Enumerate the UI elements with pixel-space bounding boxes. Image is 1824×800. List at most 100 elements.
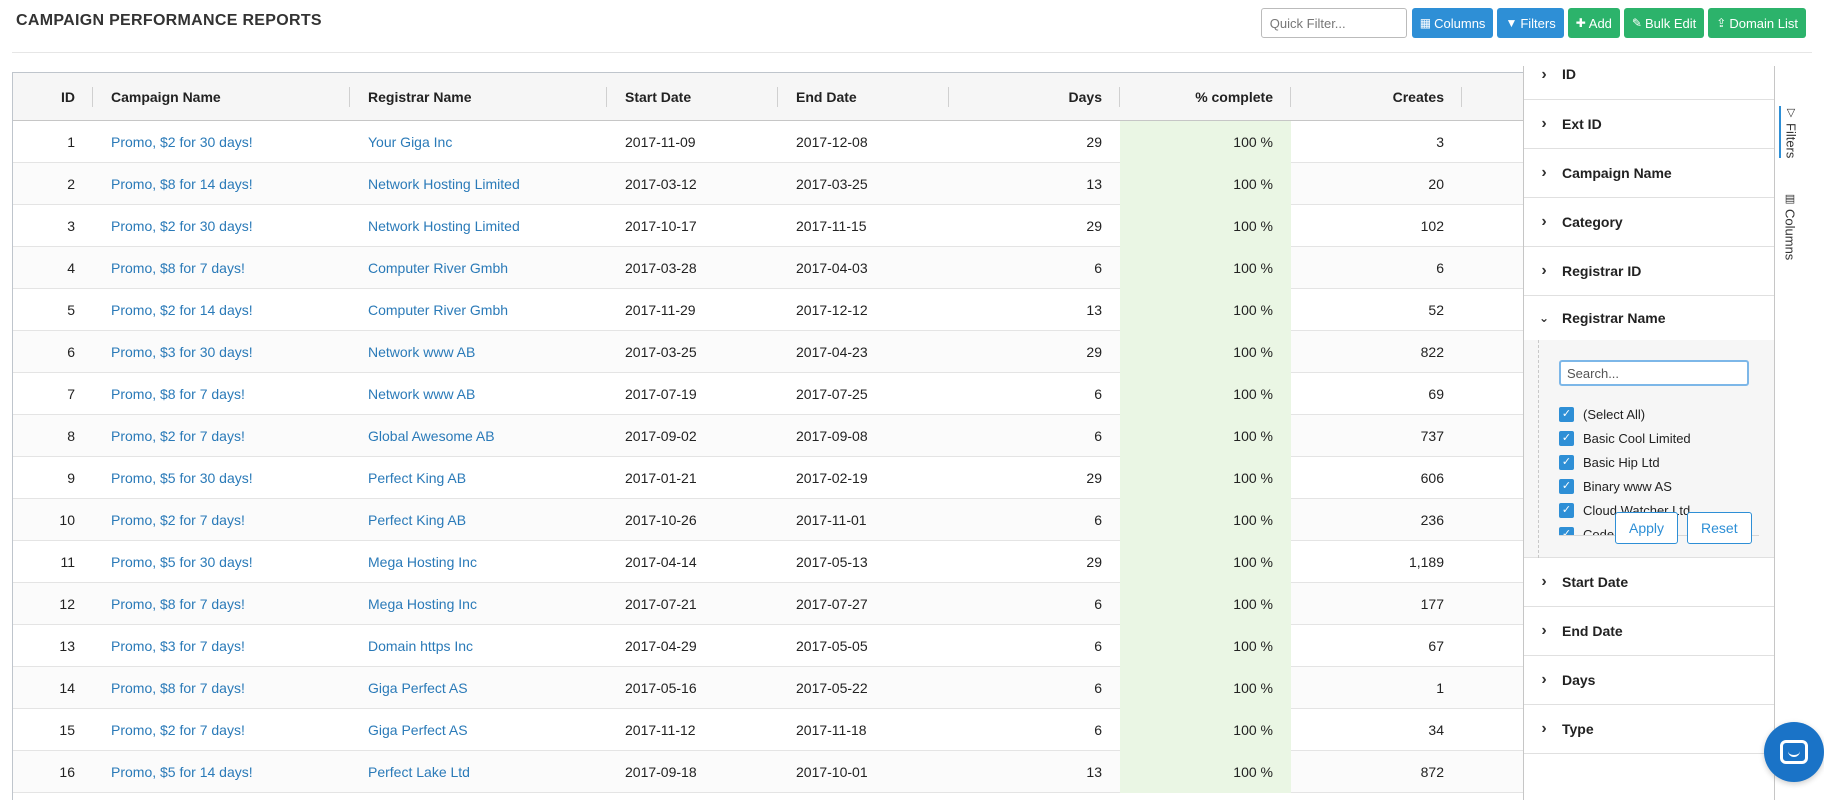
table-row[interactable]: 1 Promo, $2 for 30 days! Your Giga Inc 2017…: [13, 121, 1523, 163]
apply-button[interactable]: Apply: [1615, 512, 1679, 544]
cell-id: 11: [60, 554, 75, 570]
filter-group-id[interactable]: › ID: [1524, 66, 1774, 100]
column-header-end-date[interactable]: End Date: [778, 73, 949, 121]
reset-button[interactable]: Reset: [1687, 512, 1752, 544]
grid-body: 1 Promo, $2 for 30 days! Your Giga Inc 2017…: [13, 121, 1523, 793]
cell-campaign-name[interactable]: Promo, $2 for 30 days!: [93, 205, 350, 247]
column-header-percent-complete[interactable]: % complete: [1120, 73, 1291, 121]
set-filter-option[interactable]: ✓ (Select All): [1559, 402, 1759, 426]
column-header-creates[interactable]: Creates: [1291, 73, 1462, 121]
cell-campaign-name[interactable]: Promo, $8 for 7 days!: [93, 667, 350, 709]
table-row[interactable]: 15 Promo, $2 for 7 days! Giga Perfect AS 20…: [13, 709, 1523, 751]
table-row[interactable]: 2 Promo, $8 for 14 days! Network Hosting L…: [13, 163, 1523, 205]
tab-filters[interactable]: ▽ Filters: [1779, 106, 1801, 159]
cell-registrar-name[interactable]: Perfect King AB: [350, 457, 607, 499]
grid-header: ID Campaign Name Registrar Name Start Da…: [13, 73, 1523, 121]
cell-registrar-name[interactable]: Computer River Gmbh: [350, 247, 607, 289]
columns-button[interactable]: ▦ Columns: [1411, 8, 1494, 38]
cell-campaign-name[interactable]: Promo, $5 for 30 days!: [93, 541, 350, 583]
cell-end-date: 2017-05-13: [796, 554, 868, 570]
cell-campaign-name[interactable]: Promo, $2 for 7 days!: [93, 415, 350, 457]
cell-days: 29: [1086, 554, 1102, 570]
filter-group-type[interactable]: › Type: [1524, 705, 1774, 754]
table-row[interactable]: 7 Promo, $8 for 7 days! Network www AB 2017…: [13, 373, 1523, 415]
set-filter-option[interactable]: ✓ Binary www AS: [1559, 474, 1759, 498]
cell-registrar-name[interactable]: Your Giga Inc: [350, 121, 607, 163]
cell-days: 6: [1094, 722, 1102, 738]
set-filter-search-input[interactable]: [1559, 360, 1749, 386]
filter-group-campaign-name[interactable]: › Campaign Name: [1524, 149, 1774, 198]
cell-end-date: 2017-02-19: [796, 470, 868, 486]
cell-percent-complete: 100 %: [1120, 457, 1291, 499]
quick-filter-input[interactable]: [1260, 8, 1407, 38]
checkbox-checked-icon[interactable]: ✓: [1559, 478, 1574, 494]
table-row[interactable]: 4 Promo, $8 for 7 days! Computer River Gmb…: [13, 247, 1523, 289]
column-header-registrar-name[interactable]: Registrar Name: [350, 73, 607, 121]
cell-end-date: 2017-10-01: [796, 764, 868, 780]
filter-group-category[interactable]: › Category: [1524, 198, 1774, 247]
cell-campaign-name[interactable]: Promo, $5 for 30 days!: [93, 457, 350, 499]
column-header-days[interactable]: Days: [949, 73, 1120, 121]
cell-campaign-name[interactable]: Promo, $2 for 7 days!: [93, 709, 350, 751]
cell-registrar-name[interactable]: Giga Perfect AS: [350, 667, 607, 709]
table-row[interactable]: 10 Promo, $2 for 7 days! Perfect King AB 20…: [13, 499, 1523, 541]
filters-button[interactable]: ▼ Filters: [1497, 8, 1564, 38]
cell-registrar-name[interactable]: Mega Hosting Inc: [350, 583, 607, 625]
cell-registrar-name[interactable]: Giga Perfect AS: [350, 709, 607, 751]
cell-campaign-name[interactable]: Promo, $8 for 14 days!: [93, 163, 350, 205]
set-filter-option[interactable]: ✓ Basic Cool Limited: [1559, 426, 1759, 450]
table-row[interactable]: 9 Promo, $5 for 30 days! Perfect King AB 20…: [13, 457, 1523, 499]
cell-registrar-name[interactable]: Mega Hosting Inc: [350, 541, 607, 583]
tab-columns[interactable]: ▤ Columns: [1779, 192, 1801, 260]
cell-registrar-name[interactable]: Computer River Gmbh: [350, 289, 607, 331]
column-header-start-date[interactable]: Start Date: [607, 73, 778, 121]
checkbox-checked-icon[interactable]: ✓: [1559, 502, 1574, 518]
table-row[interactable]: 13 Promo, $3 for 7 days! Domain https Inc 2…: [13, 625, 1523, 667]
cell-start-date: 2017-05-16: [625, 680, 697, 696]
cell-campaign-name[interactable]: Promo, $2 for 7 days!: [93, 499, 350, 541]
cell-campaign-name[interactable]: Promo, $3 for 7 days!: [93, 625, 350, 667]
table-row[interactable]: 11 Promo, $5 for 30 days! Mega Hosting Inc…: [13, 541, 1523, 583]
cell-campaign-name[interactable]: Promo, $8 for 7 days!: [93, 583, 350, 625]
filter-group-label: Category: [1562, 214, 1623, 230]
column-header-id[interactable]: ID: [13, 73, 93, 121]
table-row[interactable]: 16 Promo, $5 for 14 days! Perfect Lake Ltd…: [13, 751, 1523, 793]
checkbox-checked-icon[interactable]: ✓: [1559, 406, 1574, 422]
cell-id: 13: [59, 638, 75, 654]
cell-campaign-name[interactable]: Promo, $2 for 30 days!: [93, 121, 350, 163]
checkbox-checked-icon[interactable]: ✓: [1559, 430, 1574, 446]
table-row[interactable]: 6 Promo, $3 for 30 days! Network www AB 201…: [13, 331, 1523, 373]
cell-registrar-name[interactable]: Global Awesome AB: [350, 415, 607, 457]
chat-launcher-button[interactable]: [1764, 722, 1824, 782]
checkbox-checked-icon[interactable]: ✓: [1559, 526, 1574, 535]
column-header-campaign-name[interactable]: Campaign Name: [93, 73, 350, 121]
filter-group-start-date[interactable]: › Start Date: [1524, 558, 1774, 607]
cell-registrar-name[interactable]: Network www AB: [350, 373, 607, 415]
table-row[interactable]: 5 Promo, $2 for 14 days! Computer River Gm…: [13, 289, 1523, 331]
cell-campaign-name[interactable]: Promo, $3 for 30 days!: [93, 331, 350, 373]
add-button[interactable]: ✚ Add: [1567, 8, 1620, 38]
filter-group-ext-id[interactable]: › Ext ID: [1524, 100, 1774, 149]
filter-group-days[interactable]: › Days: [1524, 656, 1774, 705]
cell-campaign-name[interactable]: Promo, $8 for 7 days!: [93, 373, 350, 415]
domain-list-button[interactable]: ⇪ Domain List: [1708, 8, 1806, 38]
cell-registrar-name[interactable]: Perfect King AB: [350, 499, 607, 541]
table-row[interactable]: 14 Promo, $8 for 7 days! Giga Perfect AS 20…: [13, 667, 1523, 709]
cell-registrar-name[interactable]: Network Hosting Limited: [350, 163, 607, 205]
cell-campaign-name[interactable]: Promo, $5 for 14 days!: [93, 751, 350, 793]
filter-group-registrar-id[interactable]: › Registrar ID: [1524, 247, 1774, 296]
table-row[interactable]: 12 Promo, $8 for 7 days! Mega Hosting Inc 2…: [13, 583, 1523, 625]
cell-campaign-name[interactable]: Promo, $2 for 14 days!: [93, 289, 350, 331]
cell-registrar-name[interactable]: Perfect Lake Ltd: [350, 751, 607, 793]
checkbox-checked-icon[interactable]: ✓: [1559, 454, 1574, 470]
cell-campaign-name[interactable]: Promo, $8 for 7 days!: [93, 247, 350, 289]
cell-registrar-name[interactable]: Network www AB: [350, 331, 607, 373]
filter-group-end-date[interactable]: › End Date: [1524, 607, 1774, 656]
cell-registrar-name[interactable]: Network Hosting Limited: [350, 205, 607, 247]
set-filter-option[interactable]: ✓ Basic Hip Ltd: [1559, 450, 1759, 474]
table-row[interactable]: 3 Promo, $2 for 30 days! Network Hosting L…: [13, 205, 1523, 247]
cell-registrar-name[interactable]: Domain https Inc: [350, 625, 607, 667]
filter-group-header[interactable]: ⌄ Registrar Name: [1524, 296, 1774, 340]
table-row[interactable]: 8 Promo, $2 for 7 days! Global Awesome AB 2…: [13, 415, 1523, 457]
bulk-edit-button[interactable]: ✎ Bulk Edit: [1623, 8, 1705, 38]
